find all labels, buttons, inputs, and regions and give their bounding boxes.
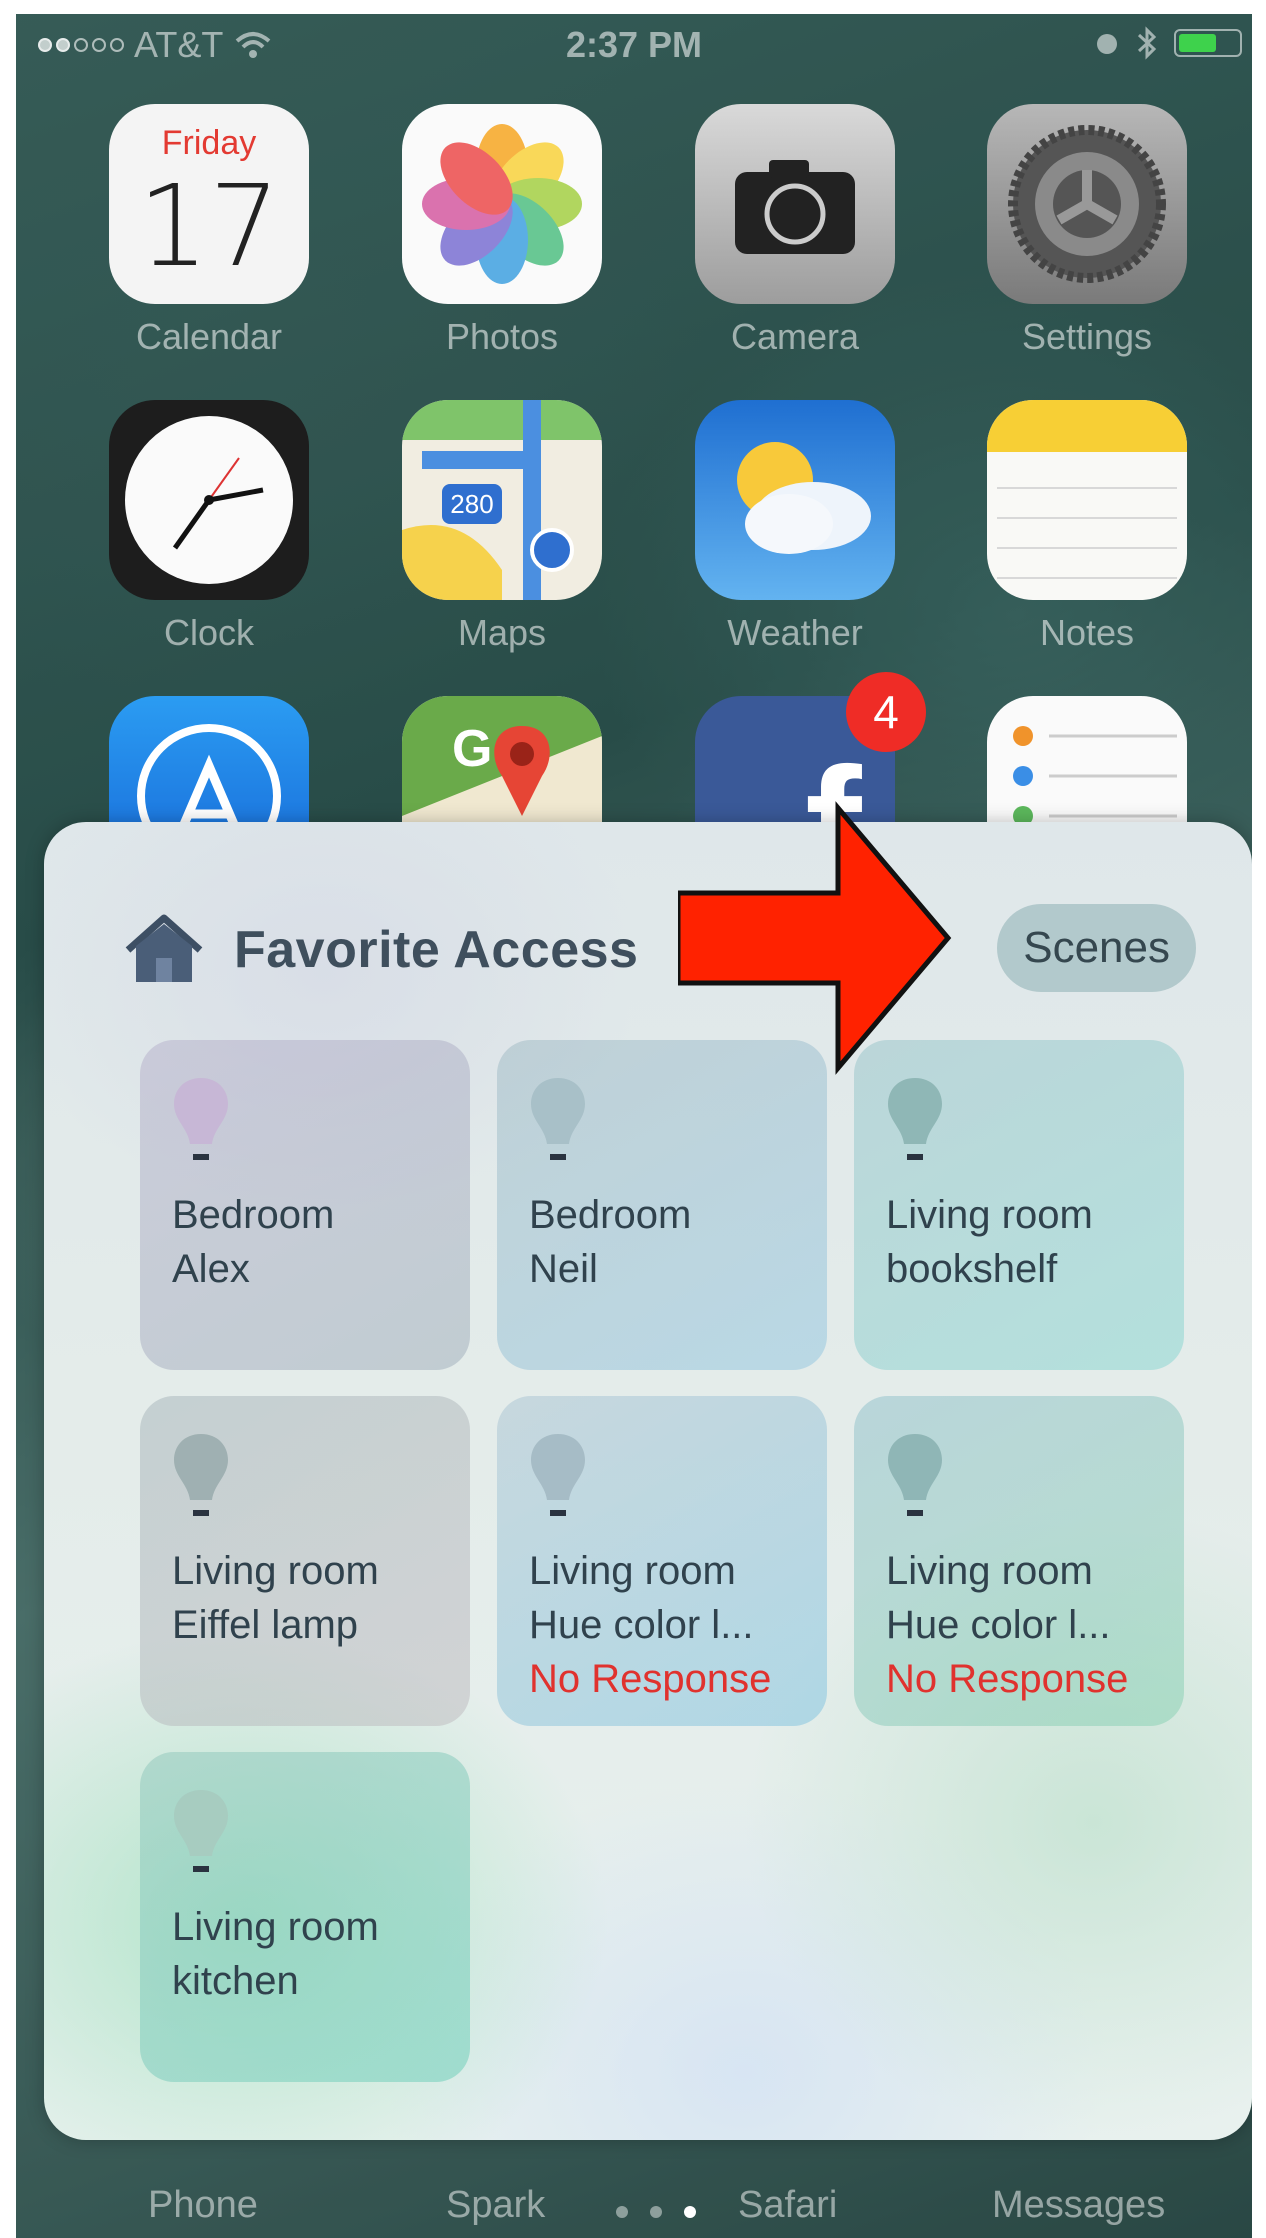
- no-response-status: No Response: [886, 1657, 1129, 1701]
- accessory-tile[interactable]: Living room Eiffel lamp: [140, 1396, 470, 1726]
- lightbulb-icon: [888, 1078, 942, 1160]
- app-weather[interactable]: Weather: [692, 400, 898, 654]
- widget-title: Favorite Access: [234, 921, 639, 979]
- app-label: Calendar: [135, 316, 283, 357]
- notes-icon: [987, 400, 1187, 600]
- lightbulb-icon: [174, 1078, 228, 1160]
- weather-icon: [695, 400, 895, 600]
- page-indicator[interactable]: [616, 2206, 696, 2218]
- app-notes[interactable]: Notes: [984, 400, 1190, 654]
- app-maps[interactable]: 280 Maps: [399, 400, 605, 654]
- dock-safari[interactable]: Safari: [738, 2184, 837, 2227]
- lightbulb-icon: [888, 1434, 942, 1516]
- calendar-icon: Friday 17: [109, 104, 309, 304]
- photos-icon: [402, 104, 602, 304]
- status-time: 2:37 PM: [565, 24, 703, 65]
- clock-icon: [109, 400, 309, 600]
- svg-text:280: 280: [450, 489, 493, 519]
- home-icon: [125, 914, 203, 982]
- app-label: Maps: [457, 612, 547, 653]
- dock-spark[interactable]: Spark: [446, 2184, 545, 2227]
- maps-icon: 280: [402, 400, 602, 600]
- scenes-button[interactable]: Scenes: [997, 904, 1196, 992]
- accessory-tile[interactable]: Living room Hue color l... No Response: [497, 1396, 827, 1726]
- notification-badge: 4: [846, 672, 926, 752]
- lightbulb-icon: [531, 1078, 585, 1160]
- accessory-tile[interactable]: Living room bookshelf: [854, 1040, 1184, 1370]
- app-clock[interactable]: Clock: [106, 400, 312, 654]
- app-label: Clock: [163, 612, 255, 653]
- accessory-tile[interactable]: Living room Hue color l... No Response: [854, 1396, 1184, 1726]
- app-label: Photos: [445, 316, 559, 357]
- right-arrow-icon: [678, 801, 952, 1075]
- favorite-accessories-widget: Favorite Access Scenes Bedroom Alex Bedro…: [44, 822, 1252, 2140]
- accessory-tile[interactable]: Bedroom Neil: [497, 1040, 827, 1370]
- bluetooth-icon: [1137, 26, 1157, 60]
- phone-screen: AT&T 2:37 PM Friday 17 Calendar Photos C…: [16, 14, 1252, 2238]
- camera-icon: [695, 104, 895, 304]
- dock-messages[interactable]: Messages: [992, 2184, 1165, 2227]
- app-label: Camera: [730, 316, 860, 357]
- app-label: Settings: [1021, 316, 1153, 357]
- app-camera[interactable]: Camera: [692, 104, 898, 358]
- app-photos[interactable]: Photos: [399, 104, 605, 358]
- widget-header: Favorite Access: [122, 914, 638, 986]
- battery-icon: [1174, 29, 1242, 57]
- lightbulb-icon: [174, 1790, 228, 1872]
- svg-text:G: G: [452, 720, 492, 778]
- dock: Phone Spark Safari Messages: [16, 2180, 1252, 2238]
- app-settings[interactable]: Settings: [984, 104, 1190, 358]
- alarm-icon: [1097, 34, 1117, 54]
- app-label: Weather: [727, 612, 863, 653]
- gear-icon: [987, 104, 1187, 304]
- no-response-status: No Response: [529, 1657, 772, 1701]
- app-label: Notes: [1039, 612, 1135, 653]
- accessory-tile[interactable]: Living room kitchen: [140, 1752, 470, 2082]
- accessory-tile[interactable]: Bedroom Alex: [140, 1040, 470, 1370]
- dock-phone[interactable]: Phone: [148, 2184, 258, 2227]
- lightbulb-icon: [174, 1434, 228, 1516]
- app-calendar[interactable]: Friday 17 Calendar: [106, 104, 312, 358]
- lightbulb-icon: [531, 1434, 585, 1516]
- status-bar: AT&T 2:37 PM: [16, 14, 1252, 76]
